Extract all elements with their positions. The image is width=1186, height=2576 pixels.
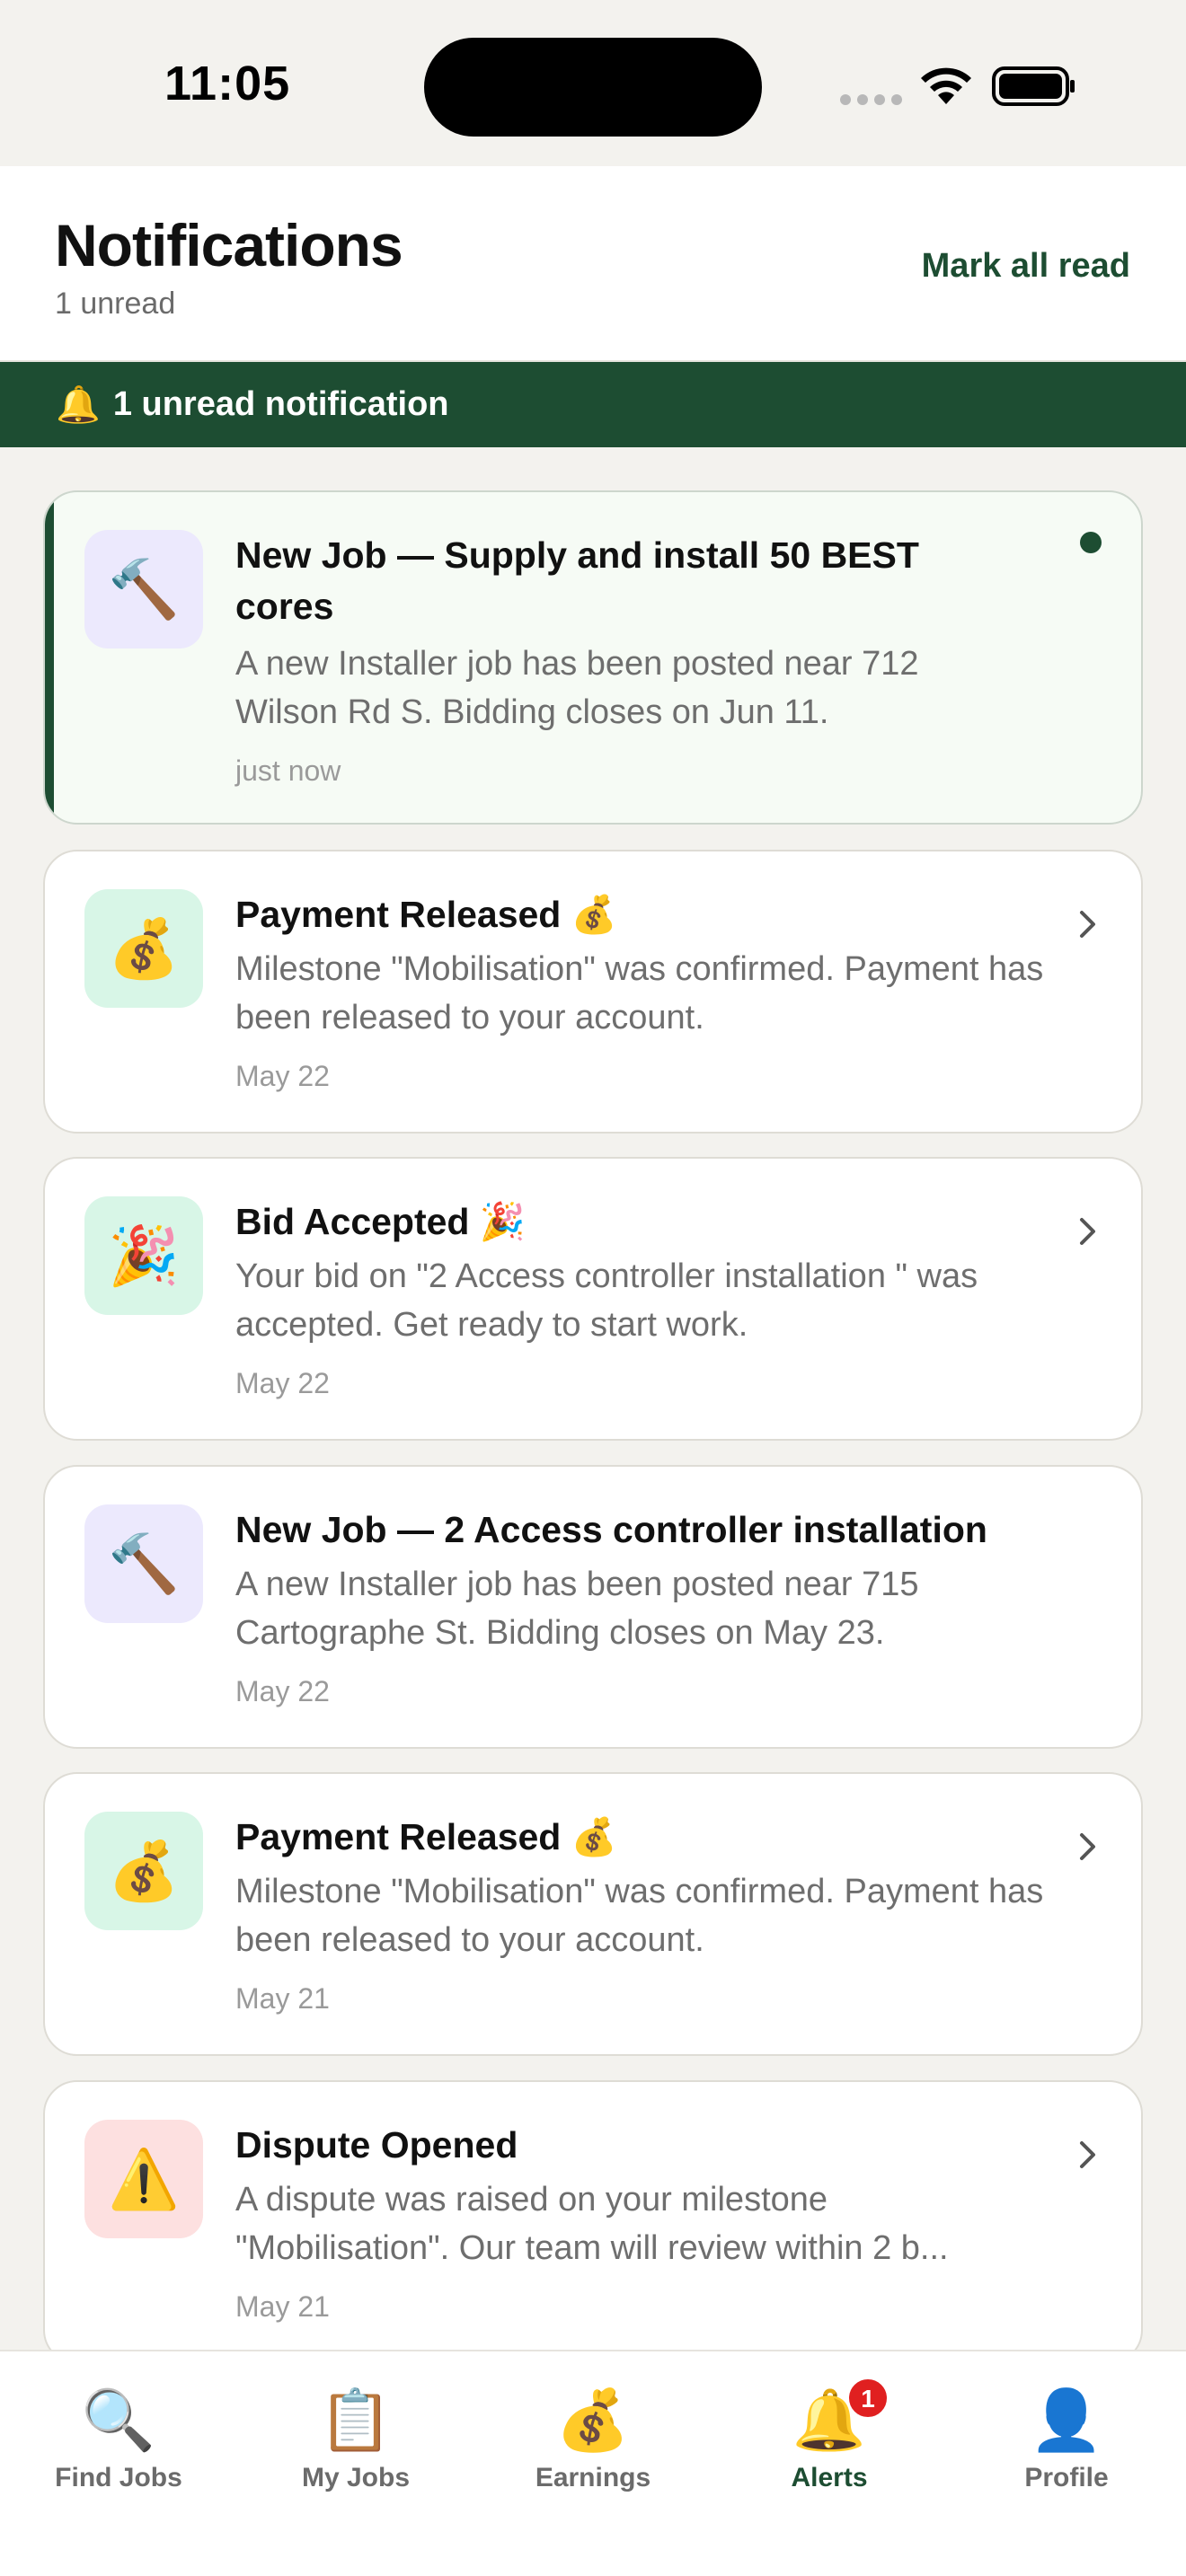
chevron-right-icon (1080, 1218, 1095, 1245)
notification-body-line: A dispute was raised on your milestone (235, 2181, 828, 2219)
notification-card[interactable]: 🔨 New Job — 2 Access controller installa… (43, 1465, 1143, 1749)
mark-all-read-button[interactable]: Mark all read (922, 247, 1130, 286)
tab-label: Earnings (535, 2463, 651, 2492)
unread-banner-text: 1 unread notification (112, 385, 449, 423)
status-bar: 11:05 (0, 0, 1186, 166)
notification-body: Milestone "Mobilisation" was confirmed. … (235, 1873, 1044, 1959)
cellular-signal-icon (840, 94, 903, 105)
notification-body: A dispute was raised on your milestone "… (235, 2175, 1062, 2272)
user-icon: 👤 (1029, 2386, 1104, 2453)
notification-body: A new Installer job has been posted near… (235, 645, 919, 731)
notifications-screen: 11:05 Notifications 1 unread Mark all re… (0, 0, 1186, 2576)
notification-card[interactable]: ⚠️ Dispute Opened A dispute was raised o… (43, 2080, 1143, 2364)
chevron-right-icon (1080, 2141, 1095, 2168)
notification-time: May 22 (235, 1367, 330, 1399)
battery-icon (992, 66, 1075, 106)
notification-body: A new Installer job has been posted near… (235, 1566, 919, 1652)
clipboard-icon: 📋 (318, 2386, 394, 2453)
page-header: Notifications 1 unread Mark all read (0, 166, 1186, 362)
page-title: Notifications (55, 212, 403, 278)
notification-card[interactable]: 💰 Payment Released 💰 Milestone "Mobilisa… (43, 850, 1143, 1134)
notification-time: May 22 (235, 1675, 330, 1707)
tab-alerts[interactable]: 🔔 1 Alerts (721, 2377, 937, 2493)
tab-label: Alerts (791, 2463, 868, 2492)
notification-title: Bid Accepted 🎉 (235, 1201, 526, 1242)
notification-body-line: "Mobilisation". Our team will review wit… (235, 2229, 949, 2267)
chevron-right-icon (1080, 911, 1095, 938)
bottom-tab-bar: 🔍 Find Jobs 📋 My Jobs 💰 Earnings 🔔 1 Ale… (0, 2350, 1186, 2576)
unread-dot (1080, 532, 1102, 553)
bell-icon: 🔔 1 (792, 2377, 890, 2456)
tab-label: Find Jobs (55, 2463, 182, 2492)
alerts-badge: 1 (846, 2377, 890, 2420)
hammer-icon: 🔨 (84, 1504, 203, 1623)
notification-title: Dispute Opened (235, 2124, 518, 2166)
money-bag-icon: 💰 (84, 1812, 203, 1930)
notification-time: May 21 (235, 2290, 330, 2323)
notification-title: Payment Released 💰 (235, 894, 617, 935)
money-bag-icon: 💰 (84, 889, 203, 1008)
wifi-icon (921, 67, 971, 104)
hammer-icon: 🔨 (84, 530, 203, 648)
dynamic-island (424, 38, 762, 137)
tab-label: Profile (1024, 2463, 1109, 2492)
tab-earnings[interactable]: 💰 Earnings (485, 2384, 701, 2493)
unread-count-subtitle: 1 unread (55, 287, 176, 321)
notification-time: May 21 (235, 1982, 330, 2015)
tab-label: My Jobs (301, 2463, 411, 2492)
tab-my-jobs[interactable]: 📋 My Jobs (248, 2384, 464, 2493)
bell-icon: 🔔 (56, 385, 101, 425)
warning-icon: ⚠️ (84, 2120, 203, 2238)
status-time: 11:05 (164, 57, 291, 110)
notification-card[interactable]: 💰 Payment Released 💰 Milestone "Mobilisa… (43, 1772, 1143, 2056)
notification-card[interactable]: 🔨 New Job — Supply and install 50 BEST c… (43, 490, 1143, 825)
notification-title: New Job — 2 Access controller installati… (235, 1509, 987, 1550)
party-popper-icon: 🎉 (84, 1196, 203, 1315)
money-bag-icon: 💰 (555, 2386, 631, 2453)
search-icon: 🔍 (81, 2386, 156, 2453)
tab-find-jobs[interactable]: 🔍 Find Jobs (11, 2384, 226, 2493)
notification-title: Payment Released 💰 (235, 1816, 617, 1857)
tab-profile[interactable]: 👤 Profile (959, 2384, 1174, 2493)
notification-time: just now (235, 754, 341, 787)
notification-card[interactable]: 🎉 Bid Accepted 🎉 Your bid on "2 Access c… (43, 1157, 1143, 1441)
notification-title: New Job — Supply and install 50 BEST cor… (235, 534, 919, 627)
notification-time: May 22 (235, 1060, 330, 1092)
chevron-right-icon (1080, 1833, 1095, 1860)
notification-body: Milestone "Mobilisation" was confirmed. … (235, 950, 1044, 1037)
notification-body: Your bid on "2 Access controller install… (235, 1257, 978, 1344)
unread-banner: 🔔 1 unread notification (0, 362, 1186, 447)
